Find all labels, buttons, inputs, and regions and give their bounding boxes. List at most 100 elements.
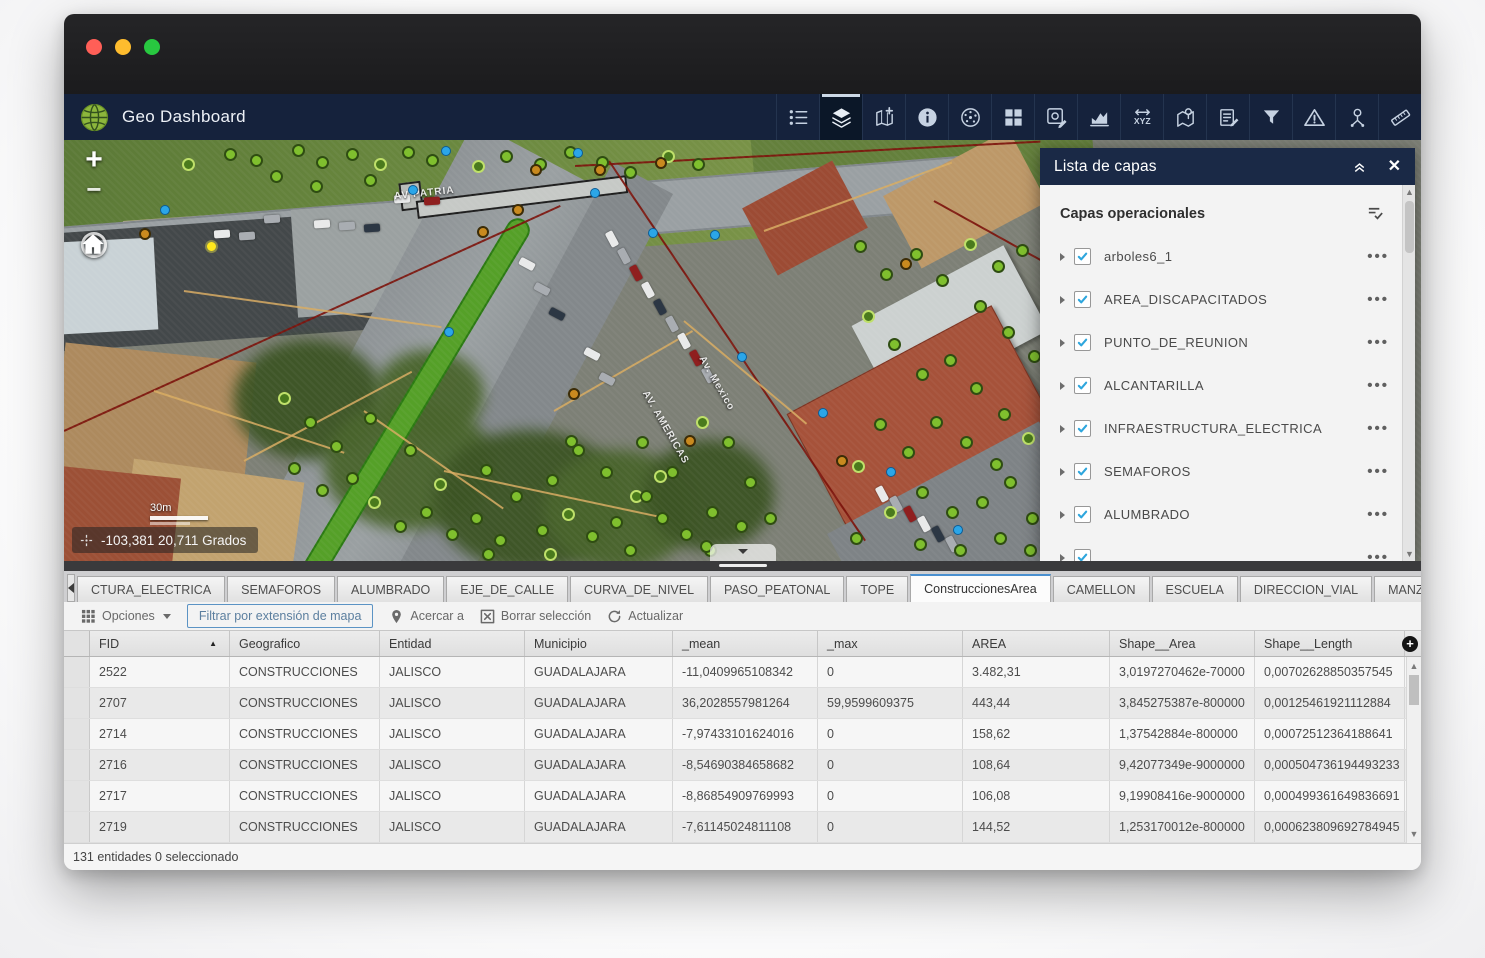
tab-CAMELLON[interactable]: CAMELLON (1053, 576, 1150, 602)
table-row[interactable]: 2714CONSTRUCCIONESJALISCOGUADALAJARA-7,9… (64, 719, 1421, 750)
trace-locator-icon[interactable] (1335, 94, 1378, 140)
layer-item-ALCANTARILLA[interactable]: ALCANTARILLA••• (1040, 364, 1415, 407)
layer-checkbox[interactable] (1074, 248, 1091, 265)
layer-checkbox[interactable] (1074, 420, 1091, 437)
map-settings-edit-icon[interactable] (1034, 94, 1077, 140)
layer-checkbox[interactable] (1074, 291, 1091, 308)
row-selector-cell[interactable] (64, 812, 90, 842)
coordinate-system-icon[interactable] (948, 94, 991, 140)
collapse-panel-icon[interactable] (1351, 158, 1368, 175)
zoom-to-button[interactable]: Acercar a (381, 609, 472, 624)
column-header-_max[interactable]: _max (818, 631, 963, 656)
select-all-cell[interactable] (64, 631, 90, 656)
expand-caret-icon[interactable] (1060, 468, 1065, 476)
table-scrollbar[interactable]: ▲ ▼ (1406, 657, 1421, 843)
row-selector-cell[interactable] (64, 750, 90, 780)
layer-checkbox[interactable] (1074, 463, 1091, 480)
scroll-down-icon[interactable]: ▼ (1407, 827, 1421, 841)
tab-TOPE[interactable]: TOPE (846, 576, 908, 602)
refresh-button[interactable]: Actualizar (599, 609, 691, 624)
close-panel-icon[interactable]: ✕ (1388, 159, 1401, 175)
info-icon[interactable] (905, 94, 948, 140)
layer-checkbox[interactable] (1074, 377, 1091, 394)
tab-CURVA_DE_NIVEL[interactable]: CURVA_DE_NIVEL (570, 576, 708, 602)
tab-CTURA_ELECTRICA[interactable]: CTURA_ELECTRICA (77, 576, 225, 602)
scrollbar-thumb[interactable] (1405, 201, 1414, 253)
scrollbar-thumb[interactable] (1409, 675, 1419, 705)
layer-item-SEMAFOROS[interactable]: SEMAFOROS••• (1040, 450, 1415, 493)
filter-icon[interactable] (1249, 94, 1292, 140)
column-header-FID[interactable]: FID▲ (90, 631, 230, 656)
zoom-out-button[interactable]: − (76, 178, 112, 204)
expand-caret-icon[interactable] (1060, 253, 1065, 261)
minimize-window-button[interactable] (115, 39, 131, 55)
column-header-Geografico[interactable]: Geografico (230, 631, 380, 656)
expand-caret-icon[interactable] (1060, 425, 1065, 433)
alerts-warning-icon[interactable] (1292, 94, 1335, 140)
locate-on-map-icon[interactable] (1163, 94, 1206, 140)
row-selector-cell[interactable] (64, 657, 90, 687)
tab-DIRECCION_VIAL[interactable]: DIRECCION_VIAL (1240, 576, 1372, 602)
basemap-add-icon[interactable] (862, 94, 905, 140)
layer-checkbox[interactable] (1074, 549, 1091, 561)
column-header-AREA[interactable]: AREA (963, 631, 1110, 656)
layer-item-arboles6_1[interactable]: arboles6_1••• (1040, 235, 1415, 278)
expand-caret-icon[interactable] (1060, 382, 1065, 390)
panel-splitter[interactable] (64, 561, 1421, 571)
table-row[interactable]: 2707CONSTRUCCIONESJALISCOGUADALAJARA36,2… (64, 688, 1421, 719)
tab-SEMAFOROS[interactable]: SEMAFOROS (227, 576, 335, 602)
layer-checkbox[interactable] (1074, 506, 1091, 523)
xyz-coordinates-icon[interactable]: XYZ (1120, 94, 1163, 140)
attribute-table-handle[interactable] (710, 544, 776, 561)
row-selector-cell[interactable] (64, 688, 90, 718)
filter-by-extent-button[interactable]: Filtrar por extensión de mapa (187, 604, 374, 628)
layer-item-PUNTO_DE_REUNION[interactable]: PUNTO_DE_REUNION••• (1040, 321, 1415, 364)
layer-item-AREA_DISCAPACITADOS[interactable]: AREA_DISCAPACITADOS••• (1040, 278, 1415, 321)
tab-ALUMBRADO[interactable]: ALUMBRADO (337, 576, 444, 602)
column-header-Shape__Area[interactable]: Shape__Area (1110, 631, 1255, 656)
row-selector-cell[interactable] (64, 719, 90, 749)
table-row[interactable]: 2719CONSTRUCCIONESJALISCOGUADALAJARA-7,6… (64, 812, 1421, 843)
tabs-scroll-left-button[interactable] (67, 574, 75, 602)
tab-PASO_PEATONAL[interactable]: PASO_PEATONAL (710, 576, 844, 602)
layers-icon[interactable] (819, 94, 862, 140)
table-row[interactable]: 2716CONSTRUCCIONESJALISCOGUADALAJARA-8,5… (64, 750, 1421, 781)
options-menu[interactable]: Opciones (73, 609, 179, 624)
scroll-up-icon[interactable]: ▲ (1407, 659, 1421, 673)
map-view[interactable]: AV PATRIA Av. Mexico AV. AMERICAS + − 30… (64, 140, 1421, 561)
layer-item-ALUMBRADO[interactable]: ALUMBRADO••• (1040, 493, 1415, 536)
expand-caret-icon[interactable] (1060, 554, 1065, 562)
tab-ESCUELA[interactable]: ESCUELA (1152, 576, 1238, 602)
scroll-up-icon[interactable]: ▲ (1403, 185, 1415, 199)
layer-item-INFRAESTRUCTURA_ELECTRICA[interactable]: INFRAESTRUCTURA_ELECTRICA••• (1040, 407, 1415, 450)
layer-checkbox[interactable] (1074, 334, 1091, 351)
edit-notes-icon[interactable] (1206, 94, 1249, 140)
clear-selection-button[interactable]: Borrar selección (472, 609, 599, 624)
tab-ConstruccionesArea[interactable]: ConstruccionesArea (910, 574, 1051, 602)
expand-caret-icon[interactable] (1060, 339, 1065, 347)
row-selector-cell[interactable] (64, 781, 90, 811)
tab-EJE_DE_CALLE[interactable]: EJE_DE_CALLE (446, 576, 568, 602)
chart-icon[interactable] (1077, 94, 1120, 140)
expand-caret-icon[interactable] (1060, 511, 1065, 519)
table-row[interactable]: 2522CONSTRUCCIONESJALISCOGUADALAJARA-11,… (64, 657, 1421, 688)
zoom-in-button[interactable]: + (76, 144, 112, 178)
layer-panel-scrollbar[interactable]: ▲ ▼ (1402, 185, 1415, 561)
scale-bar-line-secondary (150, 522, 190, 525)
column-header-Municipio[interactable]: Municipio (525, 631, 673, 656)
column-header-_mean[interactable]: _mean (673, 631, 818, 656)
expand-caret-icon[interactable] (1060, 296, 1065, 304)
scroll-down-icon[interactable]: ▼ (1403, 547, 1415, 561)
legend-icon[interactable] (776, 94, 819, 140)
table-row[interactable]: 2717CONSTRUCCIONESJALISCOGUADALAJARA-8,8… (64, 781, 1421, 812)
layer-filter-icon[interactable] (1366, 204, 1385, 223)
measure-ruler-icon[interactable] (1378, 94, 1421, 140)
column-header-Shape__Length[interactable]: Shape__Length (1255, 631, 1405, 656)
column-header-Entidad[interactable]: Entidad (380, 631, 525, 656)
add-field-button[interactable]: + (1402, 636, 1418, 652)
apps-grid-icon[interactable] (991, 94, 1034, 140)
tab-MANZANA[interactable]: MANZANA (1374, 576, 1421, 602)
close-window-button[interactable] (86, 39, 102, 55)
layer-item-partial[interactable]: ••• (1040, 536, 1415, 561)
zoom-window-button[interactable] (144, 39, 160, 55)
